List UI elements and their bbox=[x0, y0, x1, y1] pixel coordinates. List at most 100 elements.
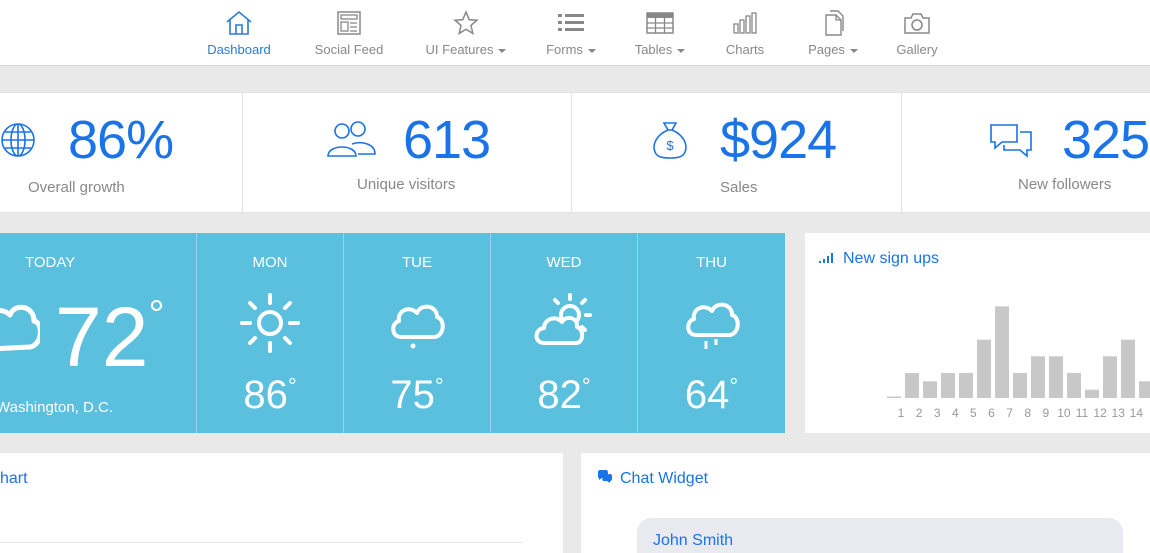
x-tick-label: 7 bbox=[1006, 406, 1013, 420]
weather-day: THU bbox=[696, 254, 727, 271]
panel-title: Chat Widget bbox=[597, 470, 708, 488]
home-icon bbox=[224, 10, 254, 36]
weather-day: TODAY bbox=[25, 254, 76, 271]
stat-label: Unique visitors bbox=[357, 176, 456, 193]
weather-today: TODAY 72° Washington, D.C. bbox=[0, 233, 196, 433]
nav-tables[interactable]: Tables bbox=[632, 0, 688, 66]
nav-gallery[interactable]: Gallery bbox=[894, 0, 940, 66]
signups-bar-chart: 1 2 3 4 5 6 7 8 9 10 11 12 13 14 bbox=[887, 306, 1150, 420]
temperature-value: 64 bbox=[684, 373, 730, 417]
nav-pages[interactable]: Pages bbox=[806, 0, 860, 66]
weather-day: MON bbox=[252, 254, 288, 271]
stat-label: Sales bbox=[720, 179, 758, 196]
chart-panel-title: hart bbox=[0, 470, 28, 487]
comments-icon bbox=[597, 470, 612, 488]
degree-symbol: ° bbox=[729, 373, 739, 399]
x-tick-label: 8 bbox=[1024, 406, 1031, 420]
chevron-down-icon bbox=[587, 48, 596, 53]
x-tick-label: 10 bbox=[1057, 406, 1071, 420]
x-tick-label: 9 bbox=[1042, 406, 1049, 420]
signups-bar bbox=[977, 339, 991, 398]
weather-day-wed: WED 82° bbox=[490, 233, 637, 433]
table-icon bbox=[645, 10, 675, 36]
x-tick-label: 3 bbox=[934, 406, 941, 420]
nav-label: Tables bbox=[634, 42, 673, 57]
signups-bar bbox=[1139, 381, 1150, 398]
chat-widget: Chat Widget John Smith bbox=[581, 453, 1150, 553]
stats-row: 86% Overall growth 613 Unique visitors $… bbox=[0, 92, 1150, 213]
temperature-value: 82 bbox=[537, 373, 582, 417]
x-tick-label: 12 bbox=[1093, 406, 1107, 420]
chevron-down-icon bbox=[849, 48, 858, 53]
stat-value: 86% bbox=[68, 110, 174, 170]
nav-label: Social Feed bbox=[314, 42, 384, 57]
weather-temp: 75° bbox=[344, 373, 490, 418]
signups-bar bbox=[1103, 356, 1117, 398]
chat-author[interactable]: John Smith bbox=[653, 532, 733, 550]
weather-city: Washington, D.C. bbox=[0, 399, 113, 416]
stat-value: 325 bbox=[1062, 110, 1150, 170]
chevron-down-icon bbox=[498, 48, 507, 53]
chat-widget-title: Chat Widget bbox=[620, 470, 709, 488]
stat-unique-visitors: 613 Unique visitors bbox=[243, 93, 571, 213]
nav-ui-features[interactable]: UI Features bbox=[424, 0, 508, 66]
signups-bar bbox=[995, 306, 1009, 398]
partly-cloudy-icon bbox=[532, 291, 596, 355]
list-icon bbox=[556, 10, 586, 36]
signups-panel: New sign ups 1 2 3 4 5 6 7 8 9 10 11 12 13 14 bbox=[805, 233, 1150, 433]
stat-overall-growth: 86% Overall growth bbox=[0, 93, 242, 213]
nav-charts[interactable]: Charts bbox=[722, 0, 768, 66]
weather-temp: 72° bbox=[55, 295, 164, 379]
signups-bar bbox=[1067, 373, 1081, 398]
nav-label: Charts bbox=[725, 42, 765, 57]
weather-day-tue: TUE 75° bbox=[343, 233, 490, 433]
weather-temp: 86° bbox=[197, 373, 343, 418]
nav-label: UI Features bbox=[425, 42, 494, 57]
weather-day: TUE bbox=[402, 254, 432, 271]
chat-bubbles-icon bbox=[988, 121, 1034, 161]
feed-icon bbox=[334, 10, 364, 36]
pages-icon bbox=[818, 10, 848, 36]
degree-symbol: ° bbox=[581, 373, 591, 399]
nav-social-feed[interactable]: Social Feed bbox=[313, 0, 385, 66]
stat-value: $924 bbox=[720, 110, 837, 170]
signups-bar bbox=[923, 381, 937, 398]
stat-value: 613 bbox=[403, 110, 491, 170]
sun-icon bbox=[238, 291, 302, 355]
money-bag-icon: $ bbox=[650, 119, 690, 161]
stat-label: New followers bbox=[1018, 176, 1112, 193]
divider bbox=[0, 542, 522, 543]
camera-icon bbox=[902, 10, 932, 36]
cloud-icon bbox=[385, 291, 449, 355]
x-tick-label: 1 bbox=[898, 406, 905, 420]
chart-panel: hart bbox=[0, 453, 563, 553]
bar-chart-icon bbox=[730, 10, 760, 36]
top-nav: Dashboard Social Feed UI Features Forms … bbox=[0, 0, 1150, 66]
signups-bar bbox=[1049, 356, 1063, 398]
signups-bar bbox=[1085, 389, 1099, 398]
stat-sales: $ $924 Sales bbox=[572, 93, 901, 213]
temperature-value: 72 bbox=[55, 290, 149, 384]
weather-day: WED bbox=[546, 254, 582, 271]
signups-bar bbox=[959, 373, 973, 398]
x-tick-label: 6 bbox=[988, 406, 995, 420]
nav-label: Pages bbox=[808, 42, 845, 57]
x-tick-label: 2 bbox=[916, 406, 923, 420]
weather-temp: 64° bbox=[638, 373, 785, 418]
signups-bar bbox=[1013, 373, 1027, 398]
users-icon bbox=[325, 119, 379, 161]
rain-cloud-icon bbox=[680, 291, 744, 355]
signups-bar bbox=[941, 373, 955, 398]
x-tick-label: 11 bbox=[1076, 406, 1089, 420]
nav-label: Gallery bbox=[896, 42, 938, 57]
svg-text:$: $ bbox=[666, 138, 674, 153]
nav-label: Forms bbox=[546, 42, 583, 57]
weather-widget: TODAY 72° Washington, D.C. MON 86° TUE 7… bbox=[0, 233, 785, 433]
degree-symbol: ° bbox=[434, 373, 444, 399]
chevron-down-icon bbox=[677, 48, 686, 53]
x-tick-label: 14 bbox=[1130, 406, 1144, 420]
nav-label: Dashboard bbox=[207, 42, 271, 57]
signups-bar bbox=[1031, 356, 1045, 398]
nav-dashboard[interactable]: Dashboard bbox=[205, 0, 273, 66]
nav-forms[interactable]: Forms bbox=[544, 0, 598, 66]
